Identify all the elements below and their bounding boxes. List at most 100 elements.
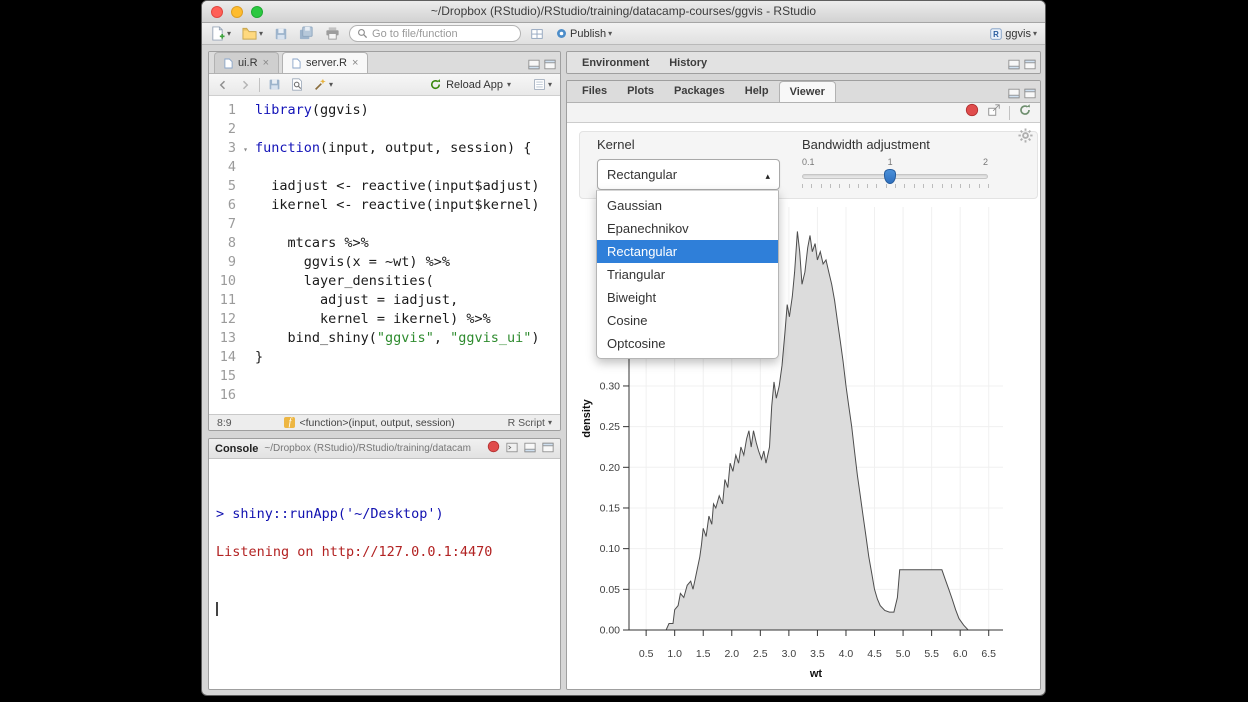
viewer-toolbar [567, 103, 1040, 123]
print-icon [325, 26, 340, 41]
maximize-pane-icon[interactable] [1024, 86, 1036, 104]
maximize-pane-icon[interactable] [544, 57, 556, 75]
gear-icon[interactable] [1018, 128, 1033, 148]
tab-label: server.R [306, 57, 347, 69]
source-tab-ui.R[interactable]: ui.R× [214, 52, 279, 73]
forward-arrow-icon [239, 79, 251, 91]
minimize-pane-icon[interactable] [1008, 86, 1020, 104]
scope-selector[interactable]: f <function>(input, output, session) [284, 417, 454, 429]
project-selector[interactable]: R ggvis ▾ [987, 25, 1039, 43]
y-tick-label: 0.15 [600, 502, 621, 514]
console-tab[interactable]: Console [215, 443, 258, 455]
editor-toolbar: ▾ Reload App ▾ ▾ [209, 74, 560, 96]
zoom-window-button[interactable] [251, 6, 263, 18]
y-axis-title: density [581, 398, 593, 437]
code-line [255, 158, 560, 177]
editor-code-area[interactable]: library(ggvis)function(input, output, se… [249, 96, 560, 414]
dropdown-option[interactable]: Cosine [597, 309, 778, 332]
save-all-button[interactable] [297, 25, 316, 43]
viewer-content: Kernel Rectangular ▴ Bandwidth adjustmen… [567, 123, 1040, 689]
line-number[interactable]: 9 [209, 253, 249, 272]
dropdown-option[interactable]: Biweight [597, 286, 778, 309]
code-line [255, 386, 560, 405]
file-type-selector[interactable]: R Script ▾ [508, 417, 552, 429]
files-tabstrip: FilesPlotsPackagesHelpViewer [567, 81, 1040, 103]
line-number[interactable]: 10 [209, 272, 249, 291]
code-tools-button[interactable]: ▾ [312, 76, 335, 94]
kernel-select[interactable]: Rectangular ▴ [597, 159, 780, 190]
line-number[interactable]: 15 [209, 367, 249, 386]
addins-button[interactable] [528, 25, 546, 43]
line-number[interactable]: 11 [209, 291, 249, 310]
x-tick-label: 6.5 [981, 648, 996, 660]
tab-plots[interactable]: Plots [617, 80, 664, 102]
line-number[interactable]: 5 [209, 177, 249, 196]
tab-history[interactable]: History [659, 52, 717, 74]
console-output[interactable]: > shiny::runApp('~/Desktop')Listening on… [209, 459, 560, 689]
line-number[interactable]: 13 [209, 329, 249, 348]
back-button[interactable] [215, 76, 231, 94]
line-number[interactable]: 3▾ [209, 139, 249, 158]
close-tab-icon[interactable]: × [263, 57, 269, 69]
bandwidth-slider[interactable]: 0.1 1 2 [802, 157, 988, 195]
save-button[interactable] [272, 25, 290, 43]
maximize-pane-icon[interactable] [542, 440, 554, 458]
minimize-pane-icon[interactable] [524, 440, 536, 458]
stop-button[interactable] [487, 440, 500, 458]
minimize-pane-icon[interactable] [528, 57, 540, 75]
line-number[interactable]: 16 [209, 386, 249, 405]
minimize-window-button[interactable] [231, 6, 243, 18]
code-editor[interactable]: 123▾45678910111213141516 library(ggvis)f… [209, 96, 560, 414]
line-number[interactable]: 12 [209, 310, 249, 329]
tab-viewer[interactable]: Viewer [779, 81, 836, 102]
new-file-button[interactable]: ▾ [208, 25, 233, 43]
open-file-button[interactable]: ▾ [240, 25, 265, 43]
slider-labels: 0.1 1 2 [802, 157, 988, 169]
cursor-position: 8:9 [217, 417, 232, 429]
console-icon [506, 442, 518, 453]
search-document-icon [291, 78, 304, 91]
close-tab-icon[interactable]: × [352, 57, 358, 69]
line-number[interactable]: 6 [209, 196, 249, 215]
find-in-file-button[interactable] [289, 76, 306, 94]
goto-file-box[interactable] [349, 25, 521, 42]
forward-button[interactable] [237, 76, 253, 94]
tab-files[interactable]: Files [572, 80, 617, 102]
dropdown-option[interactable]: Epanechnikov [597, 217, 778, 240]
slider-handle[interactable] [884, 169, 896, 184]
goto-file-input[interactable] [372, 28, 502, 40]
line-number[interactable]: 8 [209, 234, 249, 253]
publish-button[interactable]: Publish ▾ [553, 25, 614, 43]
tab-help[interactable]: Help [735, 80, 779, 102]
source-tab-server.R[interactable]: server.R × [282, 52, 368, 73]
minimize-pane-icon[interactable] [1008, 57, 1020, 74]
dropdown-option[interactable]: Triangular [597, 263, 778, 286]
line-number[interactable]: 4 [209, 158, 249, 177]
source-options-button[interactable]: ▾ [531, 76, 554, 94]
save-icon [268, 78, 281, 91]
tab-environment[interactable]: Environment [572, 52, 659, 74]
stop-app-button[interactable] [965, 103, 979, 122]
console-pane: Console ~/Dropbox (RStudio)/RStudio/trai… [208, 438, 561, 690]
reload-app-button[interactable]: Reload App ▾ [429, 78, 511, 91]
print-button[interactable] [323, 25, 342, 43]
tab-packages[interactable]: Packages [664, 80, 735, 102]
save-file-button[interactable] [266, 76, 283, 94]
line-number[interactable]: 2 [209, 120, 249, 139]
open-in-new-window-button[interactable] [987, 103, 1001, 122]
source-pane-controls [528, 57, 556, 75]
code-line: adjust = iadjust, [255, 291, 560, 310]
dropdown-option[interactable]: Optcosine [597, 332, 778, 355]
dropdown-option[interactable]: Gaussian [597, 194, 778, 217]
refresh-viewer-button[interactable] [1018, 103, 1032, 122]
dropdown-option[interactable]: Rectangular [597, 240, 778, 263]
window-title: ~/Dropbox (RStudio)/RStudio/training/dat… [202, 1, 1045, 22]
maximize-pane-icon[interactable] [1024, 57, 1036, 74]
line-number[interactable]: 1 [209, 101, 249, 120]
close-window-button[interactable] [211, 6, 223, 18]
console-to-pane-button[interactable] [506, 440, 518, 458]
x-tick-label: 2.0 [724, 648, 739, 660]
line-number[interactable]: 14 [209, 348, 249, 367]
fold-arrow-icon[interactable]: ▾ [243, 140, 248, 159]
line-number[interactable]: 7 [209, 215, 249, 234]
